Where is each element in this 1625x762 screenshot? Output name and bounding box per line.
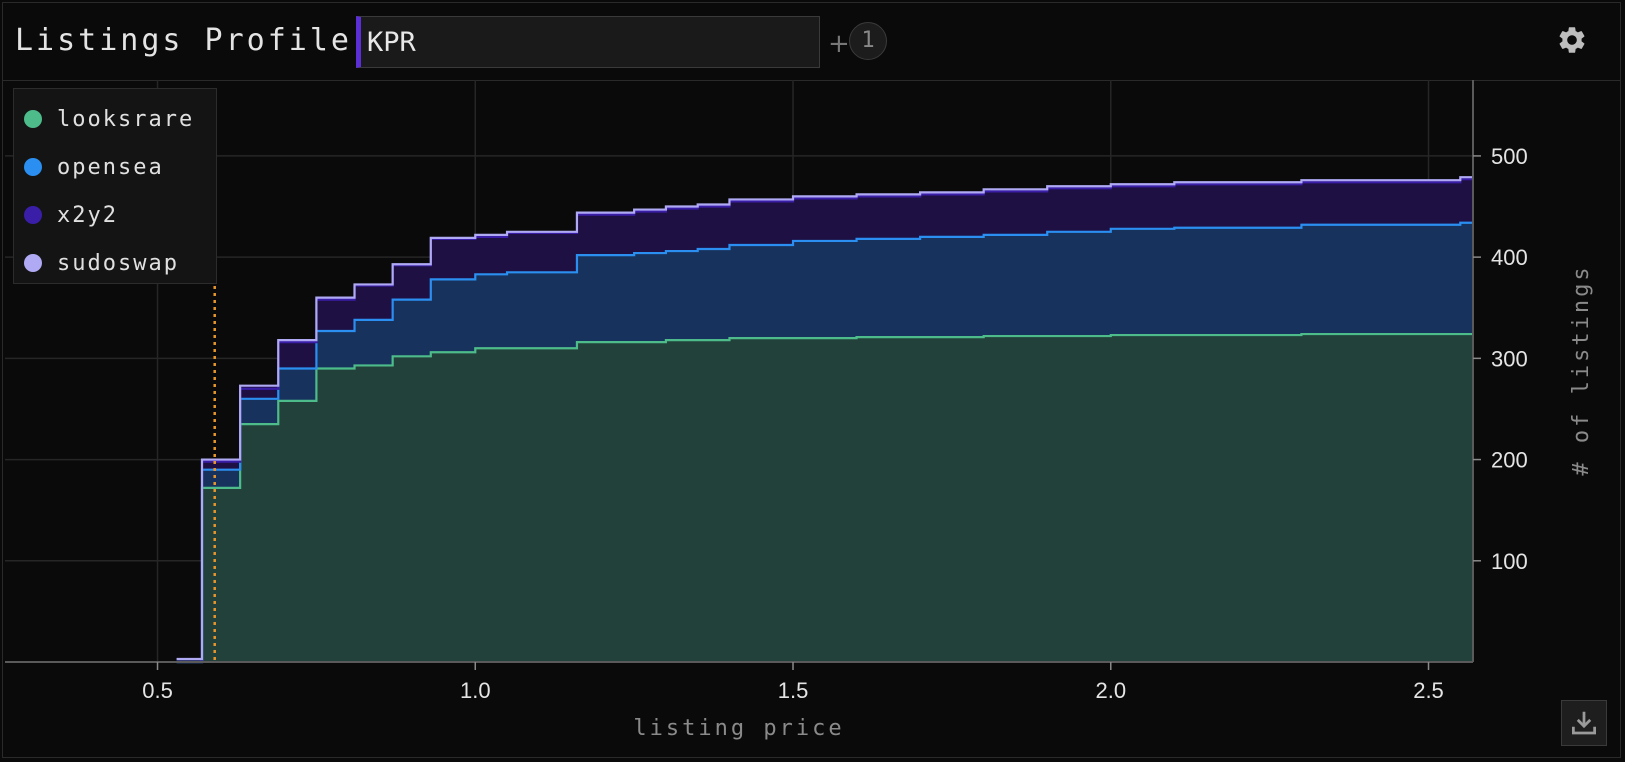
download-icon [1572,711,1596,735]
gear-icon[interactable] [1556,24,1588,56]
y-tick-label: 500 [1491,144,1528,169]
y-tick-label: 400 [1491,245,1528,270]
legend-label-sudoswap: sudoswap [57,250,179,276]
legend-item-opensea[interactable]: opensea [24,152,164,182]
legend-dot-looksrare [24,110,42,128]
y-tick-label: 100 [1491,549,1528,574]
chart-legend: looksrare opensea x2y2 sudoswap [13,88,217,284]
x-tick-label: 1.0 [460,678,491,703]
y-tick-label: 300 [1491,346,1528,371]
x-axis-label: listing price [633,716,844,741]
download-button[interactable] [1561,700,1607,746]
legend-dot-sudoswap [24,254,42,272]
legend-label-looksrare: looksrare [57,106,195,132]
y-axis-label: # of listings [1569,264,1594,475]
x-tick-label: 0.5 [142,678,173,703]
legend-item-sudoswap[interactable]: sudoswap [24,248,179,278]
legend-label-x2y2: x2y2 [57,202,118,228]
legend-dot-x2y2 [24,206,42,224]
legend-dot-opensea [24,158,42,176]
x-tick-label: 2.0 [1095,678,1126,703]
legend-item-x2y2[interactable]: x2y2 [24,200,118,230]
y-tick-label: 200 [1491,448,1528,473]
legend-label-opensea: opensea [57,154,164,180]
legend-item-looksrare[interactable]: looksrare [24,104,194,134]
listings-chart: 0.5 1.0 1.5 2.0 2.5 100 200 300 400 500 listing pr… [5,80,1594,741]
series-area-looksrare [176,334,1473,662]
x-tick-label: 1.5 [778,678,809,703]
x-tick-label: 2.5 [1413,678,1444,703]
